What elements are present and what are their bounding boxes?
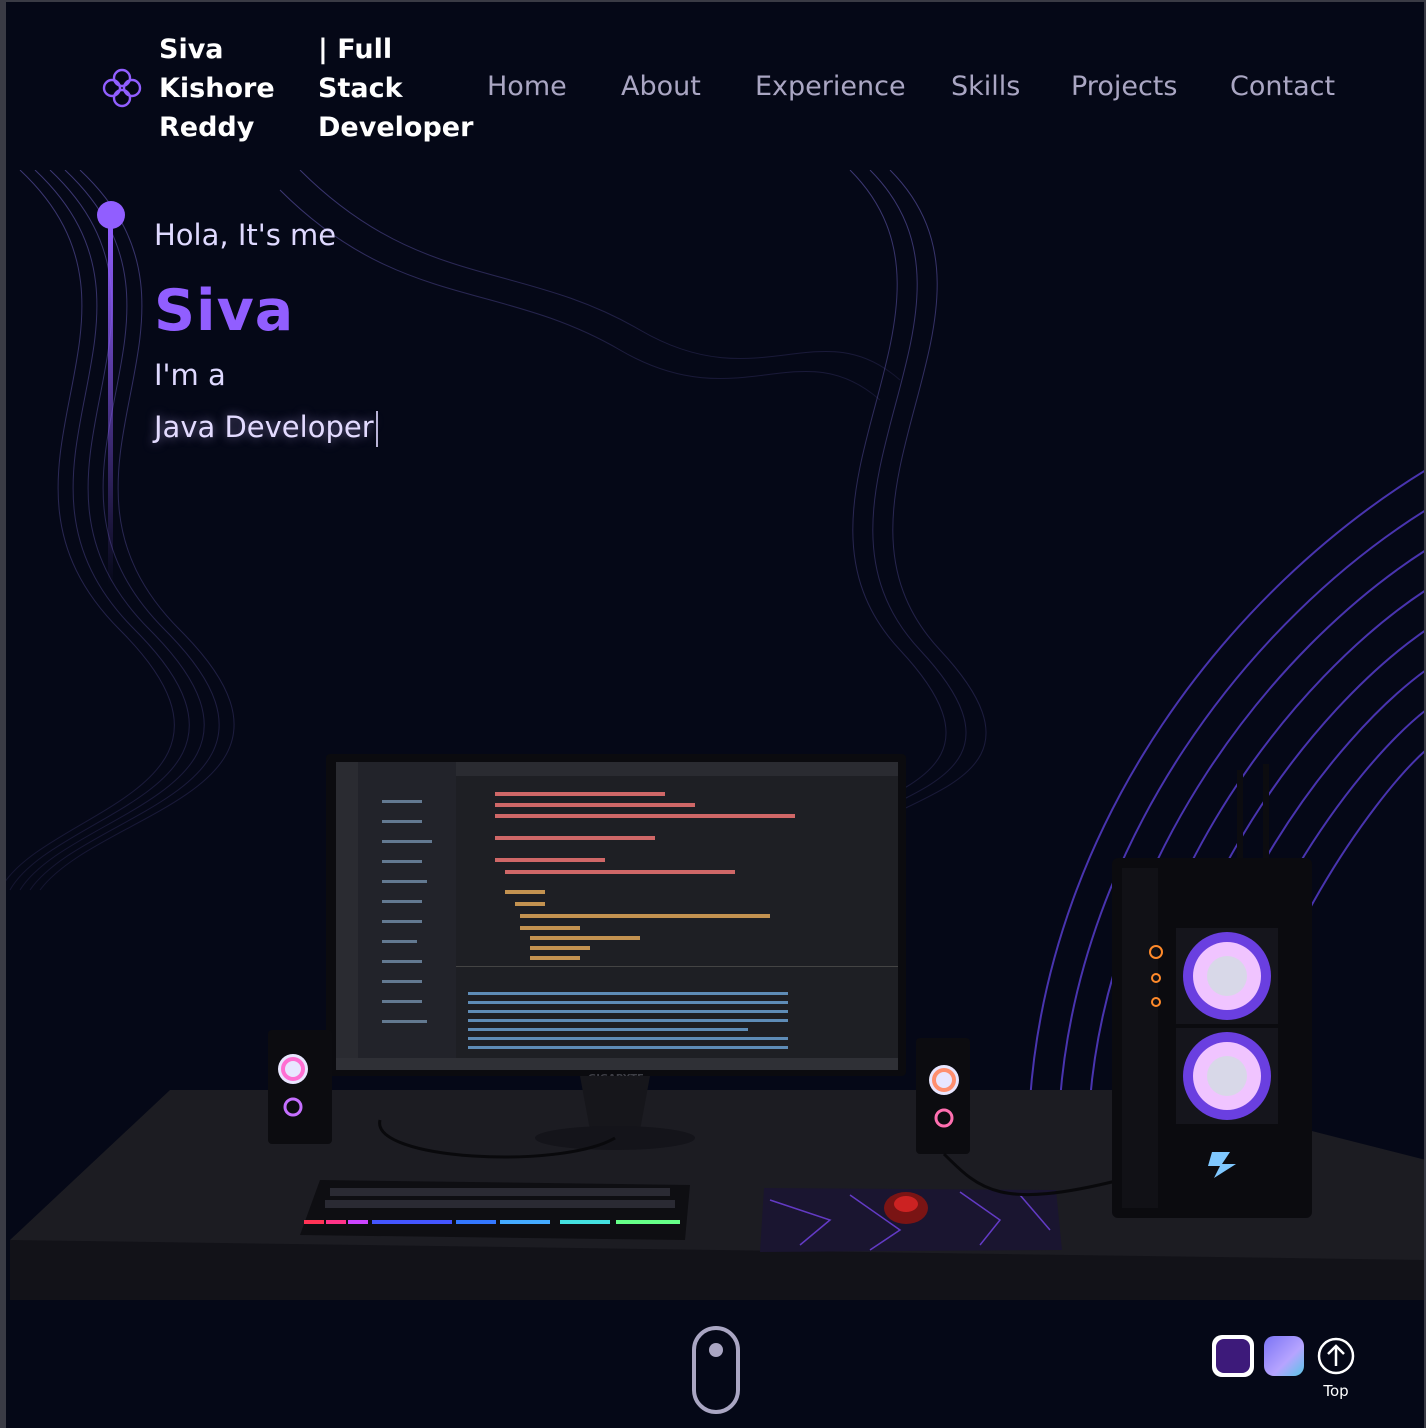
brand-name[interactable]: Siva Kishore Reddy: [159, 30, 299, 147]
scroll-top-label: Top: [1323, 1382, 1349, 1400]
hero-greeting: Hola, It's me: [154, 218, 337, 252]
nav-home[interactable]: Home: [487, 70, 567, 104]
theme-gradient-button[interactable]: [1264, 1336, 1304, 1376]
brand-tagline: | Full Stack Developer: [318, 34, 474, 143]
hero-name: Siva: [154, 278, 295, 344]
timeline-line: [108, 225, 113, 585]
logo-icon[interactable]: [100, 66, 144, 110]
nav-projects[interactable]: Projects: [1071, 70, 1177, 104]
nav-skills[interactable]: Skills: [951, 70, 1020, 104]
scroll-top-button[interactable]: Top: [1316, 1336, 1356, 1408]
hero-intro: I'm a: [154, 358, 226, 392]
hero-role: Java Developer: [154, 410, 378, 447]
arrow-up-icon: [1317, 1337, 1355, 1375]
nav-contact[interactable]: Contact: [1230, 70, 1335, 104]
mouse-scroll-icon[interactable]: [692, 1326, 740, 1414]
site-header: Siva Kishore Reddy | Full Stack Develope…: [0, 0, 1426, 170]
nav-about[interactable]: About: [621, 70, 701, 104]
hero-role-text: Java Developer: [154, 410, 374, 444]
nav-experience[interactable]: Experience: [755, 70, 906, 104]
typing-cursor: [375, 411, 378, 447]
desktop-pc-scene[interactable]: GIGABYTE: [0, 740, 1426, 1330]
theme-dark-button[interactable]: [1212, 1335, 1254, 1377]
